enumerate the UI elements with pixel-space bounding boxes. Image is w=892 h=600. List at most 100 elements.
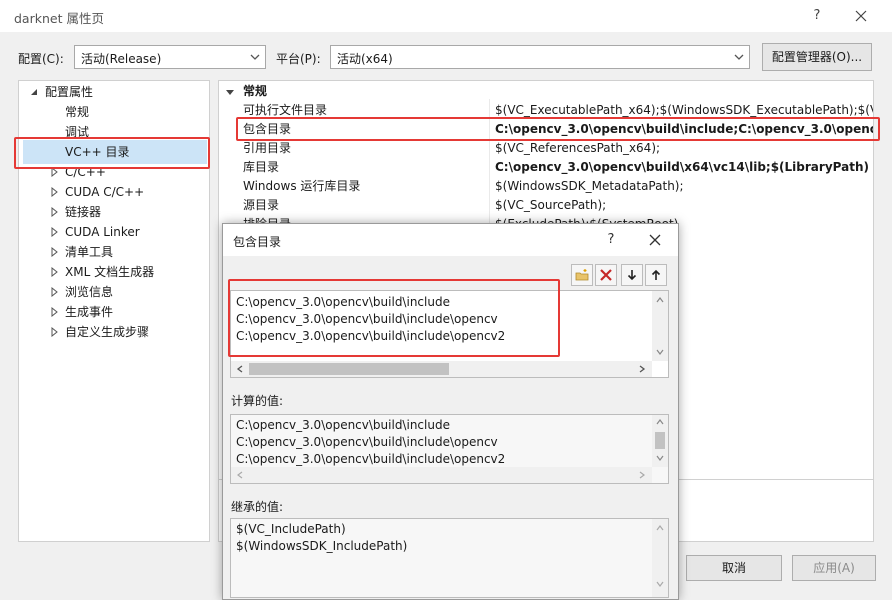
- tree-item-label: 配置属性: [45, 85, 94, 99]
- tree-item-c-cpp[interactable]: C/C++: [51, 162, 106, 182]
- tree-item-label: XML 文档生成器: [65, 265, 155, 279]
- tree-item-label: 清单工具: [65, 245, 114, 259]
- scroll-up-icon: [656, 525, 664, 531]
- tree-item-label: 常规: [65, 105, 90, 119]
- tree-item-label: 调试: [65, 125, 90, 139]
- collapsed-triangle-icon: [51, 267, 58, 277]
- grid-row-reference-dirs[interactable]: 引用目录 $(VC_ReferencesPath_x64);: [219, 139, 873, 158]
- collapsed-triangle-icon: [51, 247, 58, 257]
- scrollbar-thumb[interactable]: [655, 432, 665, 449]
- horizontal-scrollbar[interactable]: [231, 467, 652, 483]
- computed-values-label: 计算的值:: [231, 394, 284, 408]
- config-label: 配置(C):: [18, 52, 64, 66]
- close-button[interactable]: [848, 4, 874, 28]
- include-dirs-edit-list[interactable]: C:\opencv_3.0\opencv\build\include C:\op…: [230, 290, 669, 378]
- scroll-up-icon: [656, 419, 664, 425]
- chevron-down-icon: [250, 54, 260, 60]
- tree-item-label: 链接器: [65, 205, 102, 219]
- collapsed-triangle-icon: [51, 227, 58, 237]
- tree-root-config-properties[interactable]: 配置属性: [31, 82, 94, 102]
- chevron-down-icon: [734, 54, 744, 60]
- tree-item-label: CUDA Linker: [65, 225, 140, 239]
- apply-button[interactable]: 应用(A): [792, 555, 876, 581]
- cancel-button[interactable]: 取消: [686, 555, 782, 581]
- tree-item-cuda-linker[interactable]: CUDA Linker: [51, 222, 140, 242]
- list-item: C:\opencv_3.0\opencv\build\include: [236, 418, 450, 432]
- scroll-right-icon: [639, 365, 646, 373]
- tree-item-custom-build-step[interactable]: 自定义生成步骤: [51, 322, 150, 342]
- move-down-button[interactable]: [621, 264, 643, 286]
- dialog-help-button[interactable]: ?: [601, 230, 621, 250]
- grid-section-label: 常规: [243, 84, 268, 98]
- scroll-left-icon: [237, 471, 243, 479]
- vertical-scrollbar[interactable]: [652, 519, 668, 597]
- list-item: C:\opencv_3.0\opencv\build\include\openc…: [236, 435, 498, 449]
- grid-row-library-dirs[interactable]: 库目录 C:\opencv_3.0\opencv\build\x64\vc14\…: [219, 158, 873, 177]
- dialog-title: 包含目录: [233, 235, 282, 249]
- property-name: 库目录: [243, 160, 280, 174]
- delete-line-button[interactable]: [595, 264, 617, 286]
- move-up-button[interactable]: [645, 264, 667, 286]
- dialog-close-button[interactable]: [643, 229, 667, 251]
- arrow-down-icon: [627, 270, 637, 281]
- tree-item-label: C/C++: [65, 165, 106, 179]
- property-value: C:\opencv_3.0\opencv\build\x64\vc14\lib;…: [495, 160, 869, 174]
- property-name: Windows 运行库目录: [243, 179, 361, 193]
- property-value: $(WindowsSDK_MetadataPath);: [495, 179, 684, 193]
- inherited-values-label: 继承的值:: [231, 500, 284, 514]
- scroll-left-icon: [236, 365, 243, 373]
- tree-item-cuda-c-cpp[interactable]: CUDA C/C++: [51, 182, 144, 202]
- list-item[interactable]: C:\opencv_3.0\opencv\build\include\openc…: [236, 311, 498, 328]
- computed-values-list: C:\opencv_3.0\opencv\build\include C:\op…: [230, 414, 669, 484]
- config-dropdown[interactable]: 活动(Release): [74, 45, 266, 69]
- tree-item-xml-doc-generator[interactable]: XML 文档生成器: [51, 262, 155, 282]
- new-line-button[interactable]: [571, 264, 593, 286]
- platform-value: 活动(x64): [337, 52, 393, 66]
- config-manager-button[interactable]: 配置管理器(O)...: [762, 43, 872, 71]
- scroll-down-icon: [656, 349, 664, 355]
- grid-row-include-dirs[interactable]: 包含目录 C:\opencv_3.0\opencv\build\include;…: [219, 120, 874, 139]
- tree-item-label: VC++ 目录: [65, 145, 130, 159]
- tree-item-general[interactable]: 常规: [65, 102, 89, 122]
- platform-label: 平台(P):: [276, 52, 321, 66]
- grid-row-source-dirs[interactable]: 源目录 $(VC_SourcePath);: [219, 196, 873, 215]
- delete-icon: [600, 269, 612, 281]
- horizontal-scrollbar[interactable]: [231, 361, 652, 377]
- title-bar: darknet 属性页 ?: [0, 0, 892, 32]
- include-dirs-dialog: 包含目录 ? C:\opencv_3.0\opencv\build\includ…: [222, 223, 679, 600]
- grid-section-general[interactable]: 常规: [219, 82, 873, 101]
- collapsed-triangle-icon: [51, 187, 58, 197]
- collapsed-triangle-icon: [51, 207, 58, 217]
- scrollbar-thumb[interactable]: [249, 363, 449, 375]
- tree-item-debugging[interactable]: 调试: [65, 122, 89, 142]
- collapsed-triangle-icon: [51, 167, 58, 177]
- grid-row-executable-dirs[interactable]: 可执行文件目录 $(VC_ExecutablePath_x64);$(Windo…: [219, 101, 873, 120]
- vertical-scrollbar[interactable]: [652, 415, 668, 467]
- scroll-up-icon: [656, 297, 664, 303]
- tree-item-manifest-tool[interactable]: 清单工具: [51, 242, 114, 262]
- tree-item-linker[interactable]: 链接器: [51, 202, 102, 222]
- list-item[interactable]: C:\opencv_3.0\opencv\build\include: [236, 294, 450, 311]
- inherited-values-list: $(VC_IncludePath) $(WindowsSDK_IncludePa…: [230, 518, 669, 598]
- property-name: 可执行文件目录: [243, 103, 328, 117]
- vertical-scrollbar[interactable]: [652, 291, 668, 361]
- tree-item-vc-directories[interactable]: VC++ 目录: [65, 142, 130, 162]
- expanded-triangle-icon: [31, 89, 37, 95]
- property-value: $(VC_ReferencesPath_x64);: [495, 141, 661, 155]
- platform-dropdown[interactable]: 活动(x64): [330, 45, 750, 69]
- close-icon: [649, 234, 661, 246]
- tree-item-label: 自定义生成步骤: [65, 325, 150, 339]
- list-item[interactable]: C:\opencv_3.0\opencv\build\include\openc…: [236, 328, 505, 345]
- list-item: $(WindowsSDK_IncludePath): [236, 539, 408, 553]
- property-value: C:\opencv_3.0\opencv\build\include;C:\op…: [495, 122, 874, 136]
- close-icon: [855, 10, 867, 22]
- new-folder-icon: [575, 269, 589, 281]
- scroll-down-icon: [656, 455, 664, 461]
- tree-item-label: 生成事件: [65, 305, 114, 319]
- list-item: C:\opencv_3.0\opencv\build\include\openc…: [236, 452, 506, 466]
- grid-row-winrt-dirs[interactable]: Windows 运行库目录 $(WindowsSDK_MetadataPath)…: [219, 177, 873, 196]
- tree-item-browse-info[interactable]: 浏览信息: [51, 282, 113, 302]
- help-button[interactable]: ?: [806, 5, 828, 27]
- property-name: 源目录: [243, 198, 280, 212]
- tree-item-build-events[interactable]: 生成事件: [51, 302, 114, 322]
